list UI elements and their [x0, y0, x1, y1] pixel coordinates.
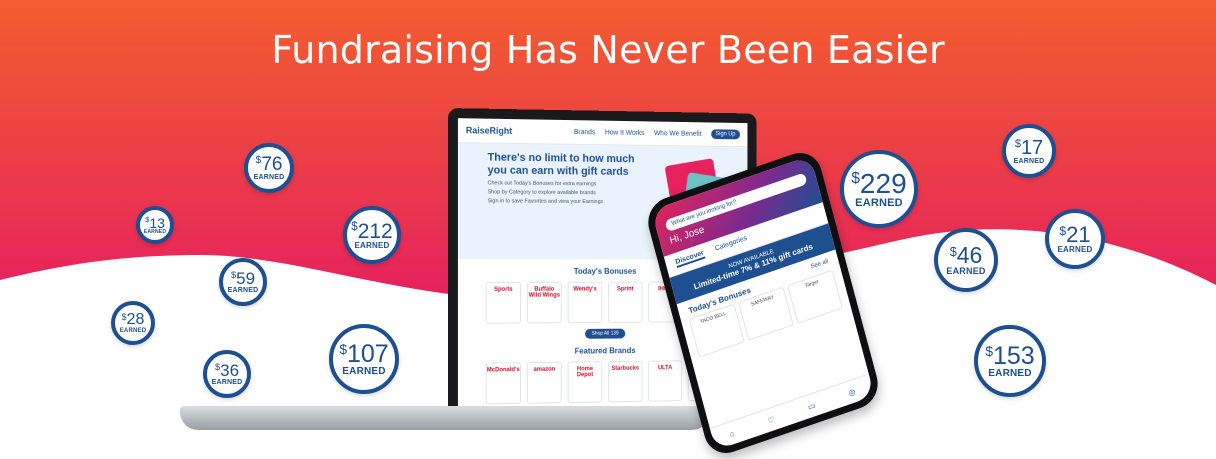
earned-badge-36: $36 EARNED	[203, 350, 251, 398]
earned-badge-59: $59 EARNED	[219, 258, 267, 306]
raiseright-logo: RaiseRight	[465, 125, 513, 136]
bonus-tile[interactable]: Sprint	[608, 281, 643, 323]
earned-badge-17: $17 EARNED	[1002, 124, 1056, 178]
earned-badge-76: $76 EARNED	[244, 143, 294, 193]
earned-badge-21: $21 EARNED	[1045, 209, 1105, 269]
nav-brands[interactable]: Brands	[574, 129, 595, 136]
heart-icon[interactable]: ♡	[766, 414, 775, 425]
earned-badge-153: $153 EARNED	[974, 325, 1046, 397]
nav-how-it-works[interactable]: How It Works	[605, 129, 645, 136]
earned-badge-212: $212 EARNED	[343, 206, 401, 264]
brand-tile[interactable]: ULTA	[648, 360, 683, 402]
brand-tile[interactable]: amazon	[526, 361, 562, 404]
brand-tile[interactable]: Home Depot	[567, 361, 603, 404]
earned-badge-229: $229 EARNED	[840, 150, 918, 228]
brand-tile[interactable]: Starbucks	[608, 360, 643, 403]
laptop-base	[180, 406, 710, 430]
hero-title: Fundraising Has Never Been Easier	[271, 28, 945, 72]
shop-all-button[interactable]: Shop All 139	[585, 328, 626, 339]
bonus-tile[interactable]: Sports	[485, 281, 521, 324]
brand-tile[interactable]: McDonald's	[485, 362, 521, 405]
tab-discover[interactable]: Discover	[674, 249, 706, 269]
earned-badge-46: $46 EARNED	[934, 228, 998, 292]
earned-badge-13: $13 EARNED	[136, 206, 174, 244]
home-icon[interactable]: ⌂	[728, 428, 735, 438]
nav-who-we-benefit[interactable]: Who We Benefit	[654, 130, 702, 138]
bonus-tile[interactable]: Buffalo Wild Wings	[526, 281, 562, 324]
wallet-icon[interactable]: ▭	[807, 400, 816, 411]
account-icon[interactable]: ◎	[847, 386, 856, 397]
bonus-tile[interactable]: Wendy's	[567, 281, 603, 324]
earned-badge-107: $107 EARNED	[329, 324, 399, 394]
laptop-headline: There's no limit to how much you can ear…	[487, 151, 635, 179]
signup-button[interactable]: Sign Up	[710, 129, 741, 140]
earned-badge-28: $28 EARNED	[111, 301, 155, 345]
hero-banner: Fundraising Has Never Been Easier RaiseR…	[0, 0, 1216, 459]
see-all-link[interactable]: See all	[810, 259, 829, 271]
